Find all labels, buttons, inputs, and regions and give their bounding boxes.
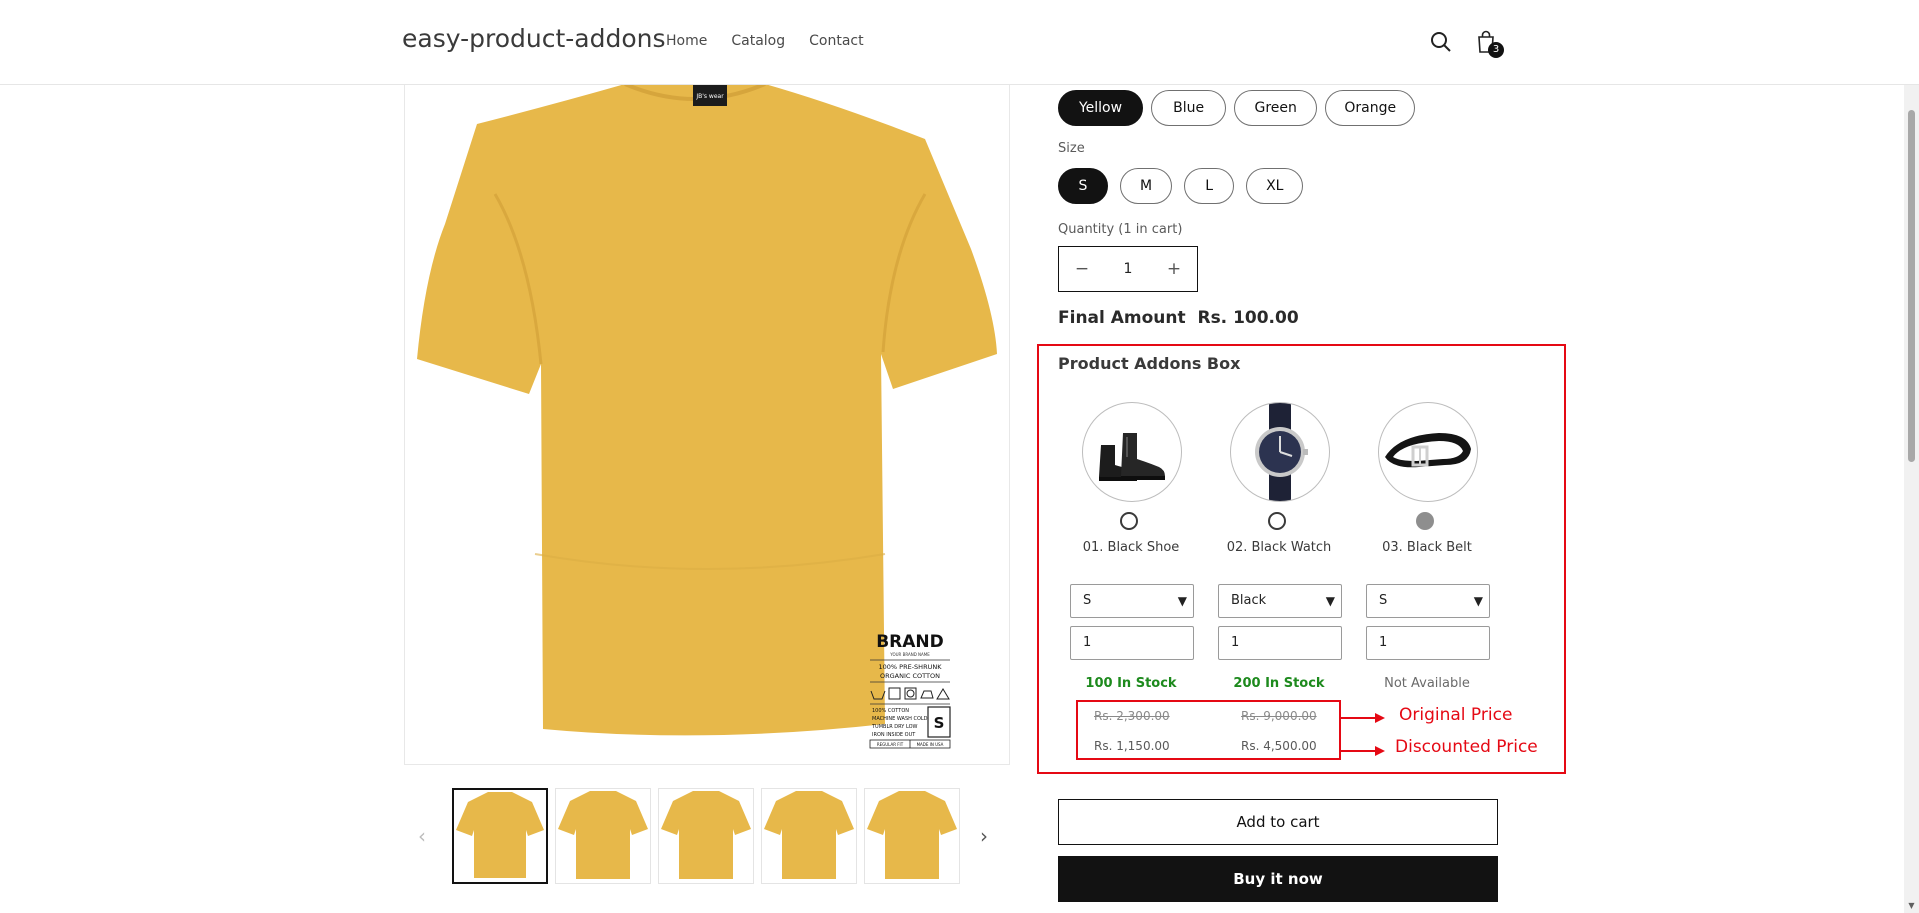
care-label-care4: IRON INSIDE OUT	[872, 732, 916, 738]
thumbnail-1[interactable]	[452, 788, 548, 884]
care-label-brand-sub: YOUR BRAND NAME	[889, 652, 930, 657]
addon-variant-value: S	[1379, 593, 1388, 608]
addon-stock-status: 200 In Stock	[1233, 676, 1325, 691]
addon-quantity-input[interactable]: 1	[1366, 626, 1490, 660]
chevron-down-icon: ▼	[1473, 594, 1483, 608]
site-header: easy-product-addons Home Catalog Contact…	[0, 0, 1919, 85]
care-label-care2: MACHINE WASH COLD	[872, 716, 928, 722]
addon-name: 02. Black Watch	[1226, 540, 1332, 555]
annotation-arrows	[1341, 713, 1385, 756]
quantity-increase-button[interactable]: +	[1151, 259, 1197, 279]
size-options: S M L XL	[1058, 168, 1304, 204]
nav-home[interactable]: Home	[666, 33, 707, 49]
addon-shoe-image	[1082, 402, 1182, 502]
scrollbar-thumb[interactable]	[1908, 110, 1915, 462]
care-label-made: MADE IN USA	[917, 742, 944, 747]
store-logo[interactable]: easy-product-addons	[402, 24, 666, 53]
addon-stock-status: Not Available	[1384, 676, 1470, 691]
thumbnail-2[interactable]	[555, 788, 651, 884]
color-options: Yellow Blue Green Orange	[1058, 90, 1416, 126]
addon-quantity-input[interactable]: 1	[1218, 626, 1342, 660]
price-highlight-frame: Rs. 2,300.00 Rs. 9,000.00 Rs. 1,150.00 R…	[1076, 700, 1341, 760]
yellow-tshirt-image: JB's wear BRAND YOUR BRAND NAME 100% PRE…	[417, 84, 997, 749]
addon-watch-image	[1230, 402, 1330, 502]
thumbnail-3[interactable]	[658, 788, 754, 884]
addon-belt-image	[1378, 402, 1478, 502]
addon-radio[interactable]	[1268, 512, 1286, 530]
add-to-cart-button[interactable]: Add to cart	[1058, 799, 1498, 845]
buy-now-button[interactable]: Buy it now	[1058, 856, 1498, 902]
quantity-input[interactable]: 1	[1105, 261, 1151, 277]
collar-tag-text: JB's wear	[695, 93, 724, 100]
nav-contact[interactable]: Contact	[809, 33, 863, 49]
annotation-discounted-price: Discounted Price	[1395, 737, 1538, 757]
thumbnail-slider: ‹ ›	[404, 788, 1008, 884]
size-option-s[interactable]: S	[1058, 168, 1108, 204]
addon-variant-select[interactable]: Black ▼	[1218, 584, 1342, 618]
care-label-care3: TUMBLR DRY LOW	[871, 724, 917, 730]
main-nav: Home Catalog Contact	[666, 33, 864, 49]
thumbnail-5[interactable]	[864, 788, 960, 884]
scroll-down-arrow[interactable]: ▼	[1904, 898, 1919, 913]
thumbnail-next-arrow[interactable]: ›	[972, 824, 996, 848]
addon-stock-status: 100 In Stock	[1085, 676, 1177, 691]
addon-variant-value: S	[1083, 593, 1092, 608]
thumbnail-prev-arrow[interactable]: ‹	[410, 824, 434, 848]
care-label-size: S	[934, 714, 945, 732]
search-icon[interactable]	[1425, 26, 1457, 58]
care-label-line1: 100% PRE-SHRUNK	[879, 663, 943, 671]
color-option-orange[interactable]: Orange	[1325, 90, 1416, 126]
care-label-line2: ORGANIC COTTON	[880, 672, 940, 680]
product-main-image[interactable]: JB's wear BRAND YOUR BRAND NAME 100% PRE…	[404, 84, 1010, 765]
addon-variant-value: Black	[1231, 593, 1267, 608]
size-label: Size	[1058, 141, 1085, 156]
page-scrollbar[interactable]: ▲ ▼	[1904, 0, 1919, 913]
thumbnail-4[interactable]	[761, 788, 857, 884]
addon-radio[interactable]	[1120, 512, 1138, 530]
size-option-m[interactable]: M	[1120, 168, 1173, 204]
addons-title: Product Addons Box	[1058, 354, 1241, 373]
final-amount: Final Amount Rs. 100.00	[1058, 308, 1299, 328]
care-label-fit: REGULAR FIT	[877, 742, 904, 747]
chevron-down-icon: ▼	[1177, 594, 1187, 608]
size-option-l[interactable]: L	[1184, 168, 1235, 204]
addon-variant-select[interactable]: S ▼	[1070, 584, 1194, 618]
addon-variant-select[interactable]: S ▼	[1366, 584, 1490, 618]
care-label-brand: BRAND	[876, 632, 944, 652]
cart-icon[interactable]: 3	[1470, 26, 1504, 58]
addon-radio-disabled	[1416, 512, 1434, 530]
color-option-blue[interactable]: Blue	[1151, 90, 1227, 126]
care-label-care1: 100% COTTON	[872, 708, 909, 714]
addon-quantity-input[interactable]: 1	[1070, 626, 1194, 660]
color-option-yellow[interactable]: Yellow	[1058, 90, 1143, 126]
quantity-label: Quantity (1 in cart)	[1058, 222, 1183, 237]
annotation-original-price: Original Price	[1399, 705, 1513, 725]
color-option-green[interactable]: Green	[1234, 90, 1318, 126]
addon-name: 01. Black Shoe	[1082, 540, 1180, 555]
addon-original-price: Rs. 9,000.00	[1241, 709, 1317, 723]
addon-original-price: Rs. 2,300.00	[1094, 709, 1170, 723]
quantity-stepper: − 1 +	[1058, 246, 1198, 292]
addon-name: 03. Black Belt	[1382, 540, 1472, 555]
size-option-xl[interactable]: XL	[1246, 168, 1304, 204]
addon-discounted-price: Rs. 1,150.00	[1094, 739, 1170, 753]
cart-count-badge: 3	[1488, 42, 1504, 58]
product-addons-box: Product Addons Box 01. Black Shoe 02. Bl…	[1037, 344, 1566, 774]
nav-catalog[interactable]: Catalog	[731, 33, 785, 49]
chevron-down-icon: ▼	[1325, 594, 1335, 608]
quantity-decrease-button[interactable]: −	[1059, 259, 1105, 279]
addon-discounted-price: Rs. 4,500.00	[1241, 739, 1317, 753]
